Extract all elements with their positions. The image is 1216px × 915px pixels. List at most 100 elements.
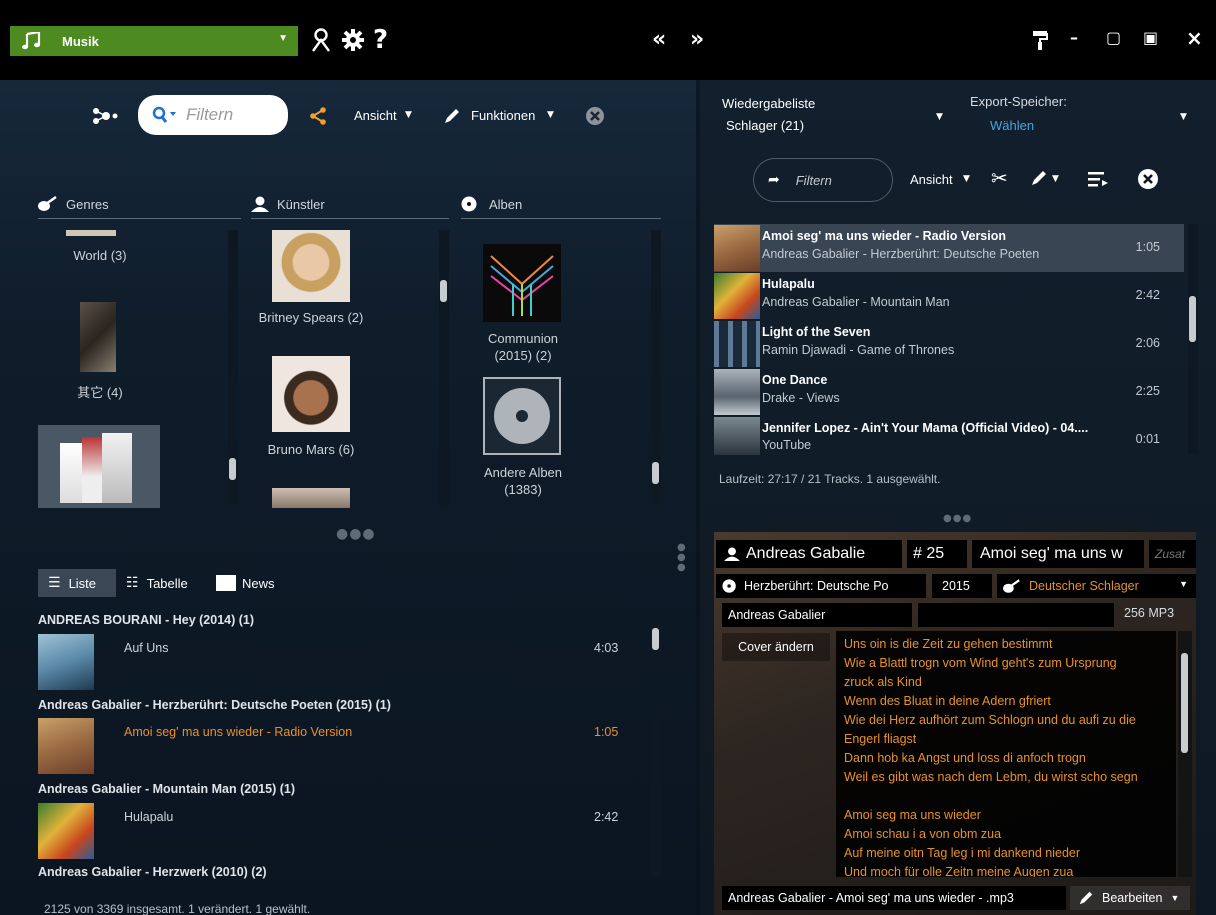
- playlist-tracks: Amoi seg' ma uns wieder - Radio Version …: [714, 224, 1184, 456]
- tracklist-scrollbar[interactable]: [651, 614, 661, 876]
- pencil-icon[interactable]: [1030, 169, 1048, 187]
- paint-roller-icon[interactable]: [1032, 30, 1048, 50]
- format-label: 256 MP3: [1124, 606, 1175, 620]
- scroll-thumb[interactable]: [652, 462, 659, 484]
- track-title[interactable]: Hulapalu: [124, 810, 173, 824]
- group-header[interactable]: ANDREAS BOURANI - Hey (2014) (1): [38, 613, 254, 627]
- tab-list-label: Liste: [68, 575, 97, 591]
- playlist-name[interactable]: Schlager (21): [726, 118, 804, 133]
- playlist-track[interactable]: Jennifer Lopez - Ain't Your Mama (Offici…: [714, 416, 1184, 456]
- chevron-down-icon[interactable]: ▼: [936, 112, 943, 122]
- tab-list[interactable]: ☰ Liste: [38, 569, 116, 597]
- album-item[interactable]: Communion (2015) (2): [473, 330, 573, 364]
- artist-item[interactable]: Bruno Mars (6): [251, 442, 371, 457]
- scroll-thumb[interactable]: [1189, 296, 1196, 342]
- view-menu[interactable]: Ansicht: [354, 108, 397, 123]
- track-time: 1:05: [1135, 240, 1160, 254]
- genres-scrollbar[interactable]: [228, 230, 238, 505]
- gear-icon[interactable]: [341, 28, 365, 52]
- artist-photo: [272, 488, 350, 508]
- miniplayer-button[interactable]: ▣: [1143, 28, 1158, 47]
- functions-menu[interactable]: Funktionen: [471, 108, 535, 123]
- playlist-scrollbar[interactable]: [1188, 224, 1198, 454]
- splitter-handle[interactable]: ●●●: [943, 513, 972, 524]
- track-number-field[interactable]: # 25: [907, 540, 967, 568]
- filename-field[interactable]: Andreas Gabalier - Amoi seg' ma uns wied…: [722, 886, 1066, 910]
- list-icon: ☰: [48, 575, 61, 591]
- tag-editor: Andreas Gabalie # 25 Amoi seg' ma uns w …: [714, 532, 1196, 915]
- share-icon[interactable]: [310, 107, 326, 125]
- artists-header[interactable]: Künstler: [251, 196, 449, 219]
- search-input[interactable]: Filtern: [138, 95, 288, 135]
- artists-scrollbar[interactable]: [439, 230, 449, 505]
- track-cover: [714, 417, 760, 455]
- playlist-track[interactable]: Light of the Seven Ramin Djawadi - Game …: [714, 320, 1184, 368]
- extra-field[interactable]: Zusat: [1149, 540, 1196, 568]
- album-field[interactable]: Herzberührt: Deutsche Po: [716, 574, 926, 598]
- edit-button[interactable]: Bearbeiten ▼: [1070, 886, 1190, 910]
- playlist-filter-input[interactable]: ➦ Filtern: [753, 158, 893, 202]
- album-item[interactable]: Andere Alben (1383): [473, 464, 573, 498]
- group-header[interactable]: Andreas Gabalier - Herzberührt: Deutsche…: [38, 698, 391, 712]
- lyrics-scrollbar[interactable]: [1178, 631, 1192, 877]
- maximize-button[interactable]: ▢: [1106, 28, 1121, 47]
- playlist-status: Laufzeit: 27:17 / 21 Tracks. 1 ausgewähl…: [719, 472, 941, 486]
- artist-photo: [272, 356, 350, 432]
- queue-icon[interactable]: [1088, 171, 1108, 187]
- nav-forward-icon[interactable]: »: [690, 27, 704, 53]
- clear-filter-icon[interactable]: [585, 106, 605, 126]
- track-subtitle: Andreas Gabalier - Herzberührt: Deutsche…: [762, 247, 1040, 261]
- splitter-handle[interactable]: ●●●: [336, 526, 376, 542]
- help-icon[interactable]: ?: [373, 27, 388, 53]
- tab-news-label: News: [242, 575, 275, 591]
- lyrics-text: Uns oin is die Zeit zu gehen bestimmt Wie…: [844, 635, 1168, 877]
- genre-item[interactable]: World (3): [38, 248, 162, 263]
- genre-item-selected[interactable]: [38, 425, 160, 508]
- lyric-line: Wie dei Herz aufhört zum Schlogn und du …: [844, 713, 1136, 727]
- artist-item[interactable]: Britney Spears (2): [251, 310, 371, 325]
- export-value[interactable]: Wählen: [990, 118, 1034, 133]
- artist-field[interactable]: Andreas Gabalie: [716, 540, 902, 568]
- playlist-track[interactable]: One Dance Drake - Views 2:25: [714, 368, 1184, 416]
- album-artist-field[interactable]: Andreas Gabalier: [722, 603, 912, 627]
- genre-field[interactable]: Deutscher Schlager ▼: [997, 574, 1196, 598]
- title-field[interactable]: Amoi seg' ma uns w: [972, 540, 1144, 568]
- nav-back-icon[interactable]: «: [652, 27, 666, 53]
- scroll-thumb[interactable]: [229, 458, 236, 480]
- scroll-thumb[interactable]: [652, 628, 659, 650]
- group-header[interactable]: Andreas Gabalier - Mountain Man (2015) (…: [38, 782, 295, 796]
- chevron-down-icon[interactable]: ▼: [1180, 112, 1187, 122]
- scissors-icon[interactable]: ✂: [991, 166, 1008, 190]
- albums-scrollbar[interactable]: [651, 230, 661, 505]
- tab-table[interactable]: ☷ Tabelle: [126, 569, 188, 597]
- composer-field[interactable]: [918, 603, 1114, 627]
- vertical-splitter-handle[interactable]: ● ● ●: [677, 543, 686, 573]
- close-button[interactable]: ×: [1186, 26, 1203, 50]
- albums-header[interactable]: Alben: [461, 196, 661, 219]
- playlist-view-menu[interactable]: Ansicht: [910, 172, 953, 187]
- lyric-line: zruck als Kind: [844, 675, 922, 689]
- genres-header[interactable]: Genres: [38, 196, 241, 219]
- track-title[interactable]: Amoi seg' ma uns wieder - Radio Version: [124, 725, 352, 739]
- lyric-line: Wenn des Bluat in deine Adern gfriert: [844, 694, 1051, 708]
- track-subtitle: Ramin Djawadi - Game of Thrones: [762, 343, 955, 357]
- close-playlist-icon[interactable]: [1137, 168, 1159, 190]
- lyrics-field[interactable]: Uns oin is die Zeit zu gehen bestimmt Wie…: [836, 631, 1176, 877]
- playlist-track-active[interactable]: Amoi seg' ma uns wieder - Radio Version …: [714, 224, 1184, 272]
- user-icon[interactable]: [311, 28, 331, 52]
- change-cover-button[interactable]: Cover ändern: [722, 633, 830, 661]
- track-subtitle: Drake - Views: [762, 391, 840, 405]
- tab-news[interactable]: News: [216, 569, 275, 597]
- albums-list: Communion (2015) (2) Andere Alben (1383): [461, 230, 646, 508]
- library-select[interactable]: Musik ▼: [10, 26, 298, 56]
- genre-item[interactable]: 其它 (4): [38, 382, 162, 401]
- network-icon[interactable]: [92, 108, 118, 124]
- scroll-thumb[interactable]: [1181, 653, 1188, 753]
- minimize-button[interactable]: –: [1070, 28, 1078, 47]
- scroll-thumb[interactable]: [440, 280, 447, 302]
- playlist-track[interactable]: Hulapalu Andreas Gabalier - Mountain Man…: [714, 272, 1184, 320]
- track-cover: [38, 718, 94, 774]
- group-header[interactable]: Andreas Gabalier - Herzwerk (2010) (2): [38, 865, 267, 879]
- year-field[interactable]: 2015: [932, 574, 992, 598]
- track-title[interactable]: Auf Uns: [124, 641, 168, 655]
